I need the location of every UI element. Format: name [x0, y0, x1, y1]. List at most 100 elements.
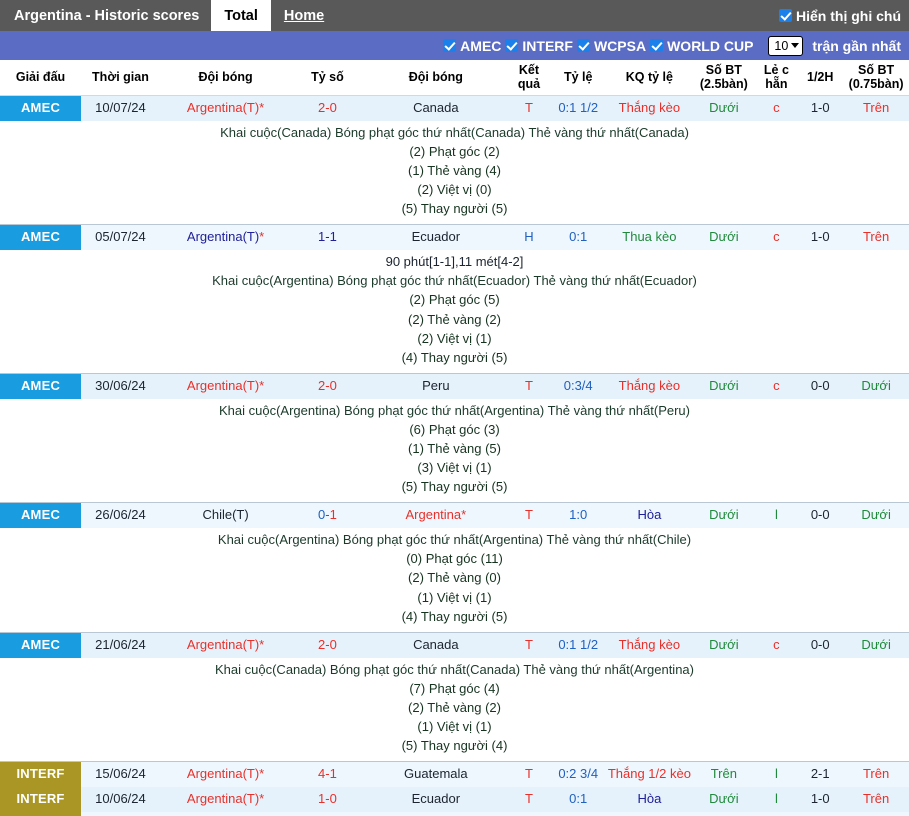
table-row[interactable]: AMEC 21/06/24 Argentina(T)* 2-0 Canada T 0:1 1…: [0, 632, 909, 658]
score-text: 4-1: [318, 766, 337, 782]
cell-home-team[interactable]: Argentina(T)*: [159, 224, 292, 251]
header-odd-even[interactable]: Lẻ c hẵn: [755, 60, 798, 96]
cell-odds: 0:1 1/2: [549, 95, 607, 121]
cell-away-team[interactable]: Canada: [363, 95, 509, 121]
cell-total-075: Trên: [843, 95, 909, 121]
note-stat-line: (2) Thẻ vàng (2): [408, 311, 501, 327]
note-firsts-line: Khai cuộc(Canada) Bóng phạt góc thứ nhất…: [215, 661, 694, 677]
cell-away-team[interactable]: Guatemala: [363, 761, 509, 788]
cell-time-text: 10/06/24: [95, 791, 146, 807]
cell-total-075-text: Dưới: [861, 507, 891, 523]
match-count-select[interactable]: 10: [768, 35, 804, 56]
table-row[interactable]: INTERF27/03/24Argentina(T)*3-1Costa Rica…: [0, 812, 909, 816]
cell-result: H: [508, 224, 550, 251]
cell-result: T: [508, 632, 550, 658]
team-name: Argentina(T): [186, 791, 260, 807]
header-result[interactable]: Kết quả: [508, 60, 550, 96]
cell-home-team[interactable]: Argentina(T)*: [159, 787, 292, 813]
table-row[interactable]: INTERF 15/06/24 Argentina(T)* 4-1 Guatemala T…: [0, 761, 909, 788]
score-home: 0-: [318, 507, 330, 523]
header-league[interactable]: Giải đấu: [0, 60, 82, 96]
table-row[interactable]: AMEC 10/07/24 Argentina(T)* 2-0 Canada T 0:1 1…: [0, 95, 909, 121]
cell-league[interactable]: AMEC: [0, 632, 82, 658]
asterisk-marker: *: [259, 636, 265, 652]
notes-row: Khai cuộc(Canada) Bóng phạt góc thứ nhất…: [0, 657, 909, 763]
table-row[interactable]: AMEC 30/06/24 Argentina(T)* 2-0 Peru T 0:3/4 Th…: [0, 373, 909, 399]
cell-home-team[interactable]: Argentina(T)*: [159, 95, 292, 121]
cell-half-time: 0-0: [797, 373, 844, 399]
cell-home-team[interactable]: Argentina(T)*: [159, 812, 292, 816]
cell-odds-text: 0:1 1/2: [558, 636, 599, 652]
league-badge: AMEC: [0, 632, 82, 658]
cell-time: 27/03/24: [81, 812, 160, 816]
filter-checkbox[interactable]: [650, 39, 664, 52]
team-name: Peru: [422, 377, 450, 393]
cell-league[interactable]: INTERF: [0, 787, 82, 813]
cell-time: 15/06/24: [81, 761, 160, 788]
cell-home-team[interactable]: Argentina(T)*: [159, 373, 292, 399]
cell-total-075-text: Trên: [862, 229, 890, 245]
header-total-075[interactable]: Số BT (0.75bàn): [843, 60, 909, 96]
filter-interf[interactable]: INTERF: [505, 38, 573, 54]
table-row[interactable]: INTERF 10/06/24 Argentina(T)* 1-0 Ecuador T 0:…: [0, 787, 909, 813]
team-name: Argentina(T): [186, 636, 260, 652]
header-score[interactable]: Tỷ số: [291, 60, 364, 96]
filter-checkbox[interactable]: [576, 39, 590, 52]
asterisk-marker: *: [259, 229, 265, 245]
cell-result-text: T: [524, 507, 533, 523]
league-badge: INTERF: [0, 762, 82, 788]
header-odds-result[interactable]: KQ tỷ lệ: [606, 60, 693, 96]
cell-away-team[interactable]: Ecuador: [363, 787, 509, 813]
cell-league[interactable]: AMEC: [0, 95, 82, 121]
cell-away-team[interactable]: Canada: [363, 632, 509, 658]
match-count-value: 10: [774, 38, 789, 53]
cell-league[interactable]: AMEC: [0, 502, 82, 529]
cell-total-075: Dưới: [843, 632, 909, 658]
cell-odds-result-text: Thua kèo: [622, 229, 677, 245]
cell-home-team[interactable]: Chile(T): [159, 502, 292, 529]
cell-league[interactable]: AMEC: [0, 373, 82, 399]
header-time[interactable]: Thời gian: [81, 60, 160, 96]
cell-total-25-text: Trên: [710, 766, 737, 782]
table-row[interactable]: AMEC 05/07/24 Argentina(T)* 1-1 Ecuador H 0:1 T…: [0, 224, 909, 251]
cell-total-25: Trên: [692, 812, 756, 816]
note-stat-line: (3) Việt vị (1): [417, 460, 492, 476]
show-notes-toggle[interactable]: Hiển thị ghi chú: [779, 0, 909, 31]
cell-league[interactable]: AMEC: [0, 224, 82, 251]
asterisk-marker: *: [259, 766, 265, 782]
filter-wcpsa[interactable]: WCPSA: [576, 38, 646, 54]
show-notes-checkbox[interactable]: [779, 9, 792, 22]
cell-half-time: 0-0: [797, 502, 844, 529]
cell-away-team[interactable]: Ecuador: [363, 224, 509, 251]
cell-away-team[interactable]: Costa Rica: [363, 812, 509, 816]
tab-home[interactable]: Home: [271, 0, 337, 31]
header-home-team[interactable]: Đội bóng: [159, 60, 292, 96]
header-odds[interactable]: Tỷ lệ: [549, 60, 607, 96]
cell-league[interactable]: INTERF: [0, 812, 82, 816]
notes-row: Khai cuộc(Argentina) Bóng phạt góc thứ n…: [0, 528, 909, 633]
header-half-time[interactable]: 1/2H: [797, 60, 844, 96]
match-notes: Khai cuộc(Argentina) Bóng phạt góc thứ n…: [0, 528, 909, 633]
cell-result-text: T: [524, 791, 533, 807]
header-total-25[interactable]: Số BT (2.5bàn): [692, 60, 756, 96]
cell-total-25: Dưới: [692, 95, 756, 121]
cell-odds-result-text: Thắng 1/2 kèo: [607, 766, 691, 782]
tab-total[interactable]: Total: [211, 0, 271, 31]
filter-world-cup[interactable]: WORLD CUP: [650, 38, 753, 54]
cell-away-team[interactable]: Argentina*: [363, 502, 509, 529]
filter-amec[interactable]: AMEC: [443, 38, 501, 54]
cell-home-team[interactable]: Argentina(T)*: [159, 761, 292, 788]
note-stat-line: (0) Phạt góc (11): [406, 551, 503, 567]
cell-league[interactable]: INTERF: [0, 761, 82, 788]
cell-home-team[interactable]: Argentina(T)*: [159, 632, 292, 658]
cell-half-time: 1-0: [797, 224, 844, 251]
cell-half-time-text: 1-0: [810, 229, 830, 245]
header-away-team[interactable]: Đội bóng: [363, 60, 509, 96]
filter-checkbox[interactable]: [443, 39, 457, 52]
chevron-down-icon: [791, 43, 800, 48]
cell-total-25-text: Dưới: [709, 229, 739, 245]
filter-checkbox[interactable]: [505, 39, 519, 52]
table-row[interactable]: AMEC 26/06/24 Chile(T) 0-1 Argentina* T 1:0 Hòa…: [0, 502, 909, 529]
cell-away-team[interactable]: Peru: [363, 373, 509, 399]
note-penalty-line: 90 phút[1-1],11 mét[4-2]: [385, 254, 524, 270]
